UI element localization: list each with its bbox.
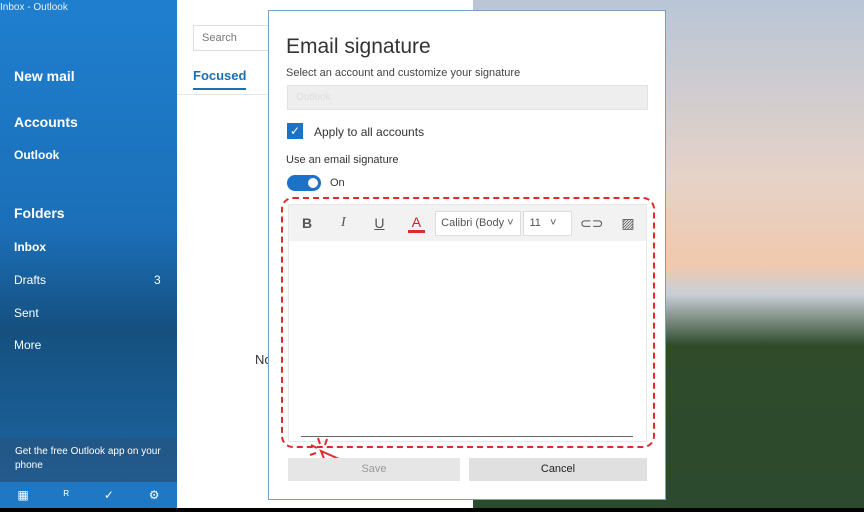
new-mail-button[interactable]: New mail (14, 68, 75, 84)
image-icon[interactable]: ▨ (610, 215, 646, 232)
accounts-heading[interactable]: Accounts (14, 114, 78, 130)
cancel-button[interactable]: Cancel (469, 458, 647, 481)
sidebar: Inbox - Outlook New mail Accounts Outloo… (0, 0, 177, 508)
font-color-button[interactable]: A (407, 214, 426, 233)
toggle-state: On (330, 177, 345, 189)
account-select[interactable]: Outlook (287, 85, 648, 110)
dialog-subtitle: Select an account and customize your sig… (286, 67, 521, 79)
format-toolbar: B I U A Calibri (Body ˅ 11 ˅ ⊂⊃ ▨ (289, 205, 646, 241)
account-outlook[interactable]: Outlook (14, 148, 59, 162)
apply-all-checkbox[interactable]: ✓ (287, 123, 303, 139)
size-value: 11 (529, 216, 541, 229)
save-button[interactable]: Save (288, 458, 460, 481)
settings-icon[interactable]: ⚙ (149, 488, 160, 502)
dialog-title: Email signature (286, 35, 431, 58)
apply-all-label: Apply to all accounts (314, 125, 425, 139)
use-signature-label: Use an email signature (286, 154, 399, 166)
signature-editor[interactable]: B I U A Calibri (Body ˅ 11 ˅ ⊂⊃ ▨ (288, 204, 647, 472)
calendar-icon[interactable]: ▦ (17, 488, 28, 502)
folder-sent[interactable]: Sent (14, 306, 39, 320)
folders-heading[interactable]: Folders (14, 205, 65, 221)
size-select[interactable]: 11 ˅ (523, 210, 572, 236)
signature-toggle[interactable] (287, 175, 321, 191)
folder-inbox[interactable]: Inbox (14, 240, 46, 254)
editor-underline (301, 436, 633, 437)
get-app-promo[interactable]: Get the free Outlook app on your phone (0, 438, 177, 482)
folder-more[interactable]: More (14, 338, 41, 352)
todo-icon[interactable]: ✓ (104, 488, 114, 502)
window-title: Inbox - Outlook (0, 2, 68, 13)
link-icon[interactable]: ⊂⊃ (574, 215, 610, 232)
bold-button[interactable]: B (289, 215, 325, 231)
people-icon[interactable]: ᴿ (64, 488, 69, 502)
folder-drafts[interactable]: Drafts (14, 273, 46, 287)
bottom-nav: ▦ ᴿ ✓ ⚙ (0, 482, 177, 508)
italic-button[interactable]: I (325, 215, 361, 231)
underline-button[interactable]: U (361, 215, 397, 231)
font-select[interactable]: Calibri (Body ˅ (435, 210, 522, 236)
tab-focused[interactable]: Focused (193, 68, 247, 90)
drafts-count: 3 (154, 273, 161, 287)
email-signature-dialog: Email signature Select an account and cu… (268, 10, 666, 500)
font-value: Calibri (Body (441, 216, 505, 229)
